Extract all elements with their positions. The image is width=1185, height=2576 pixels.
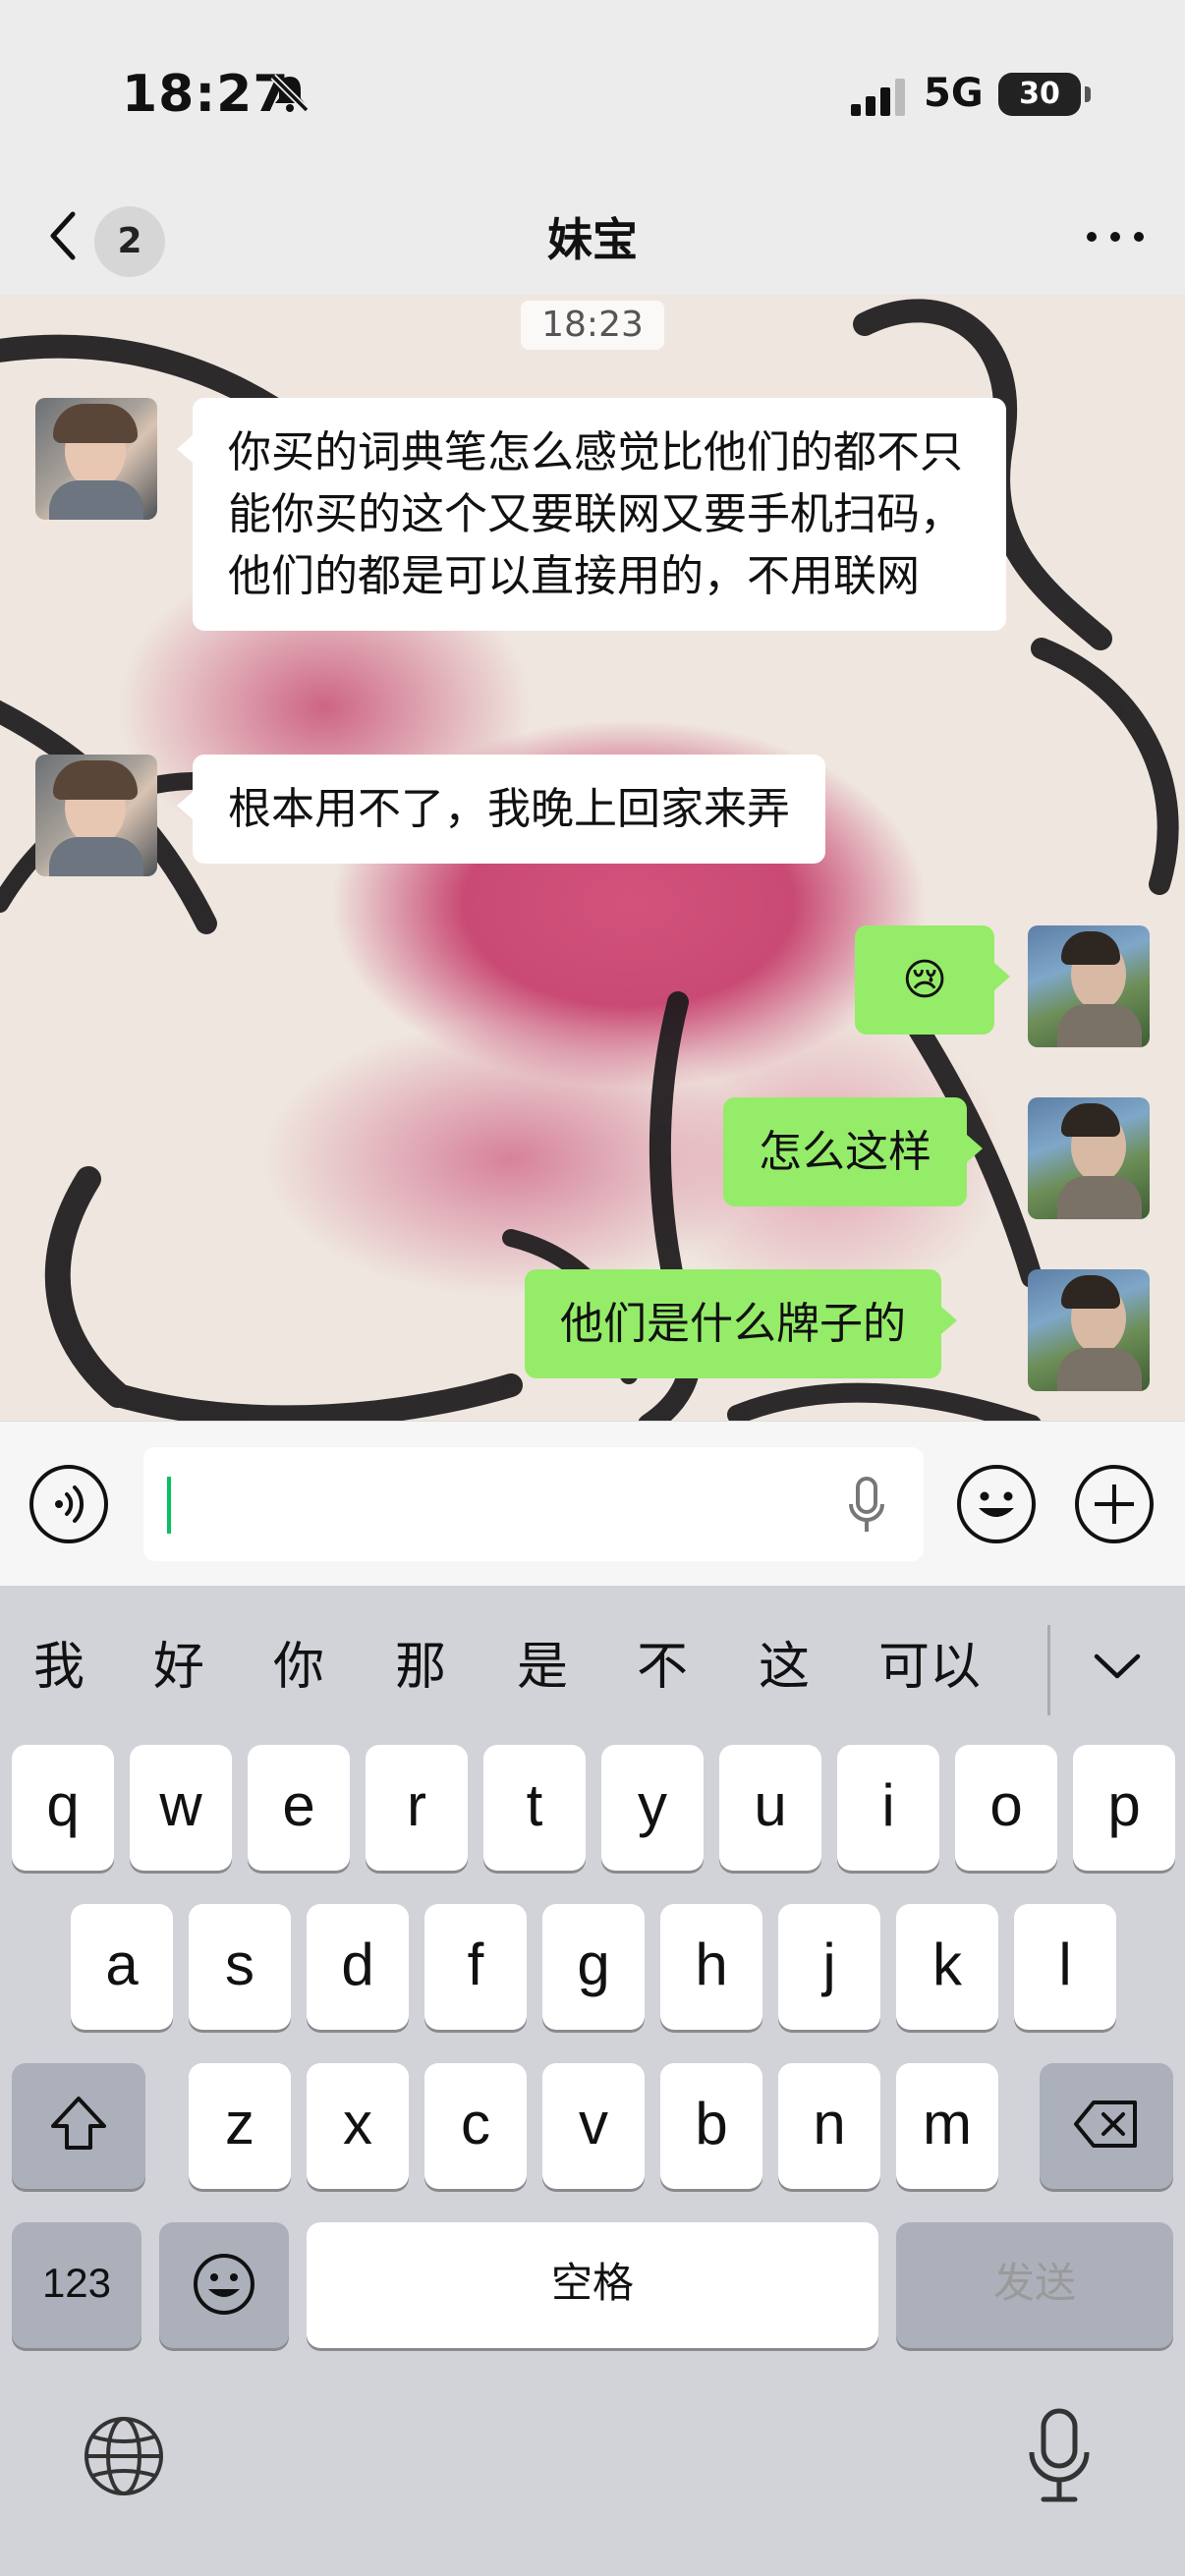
- key-g[interactable]: g: [542, 1904, 645, 2030]
- more-icon[interactable]: [1087, 222, 1146, 252]
- key-r[interactable]: r: [366, 1745, 468, 1871]
- emoji-icon[interactable]: [957, 1465, 1036, 1543]
- key-p[interactable]: p: [1073, 1745, 1175, 1871]
- candidate-word[interactable]: 我: [33, 1625, 85, 1699]
- incoming-message-bubble[interactable]: 根本用不了，我晚上回家来弄: [177, 755, 825, 864]
- key-w[interactable]: w: [130, 1745, 232, 1871]
- key-m[interactable]: m: [896, 2063, 998, 2189]
- candidate-word[interactable]: 好: [153, 1625, 204, 1699]
- outgoing-message-bubble[interactable]: 他们是什么牌子的: [525, 1269, 957, 1378]
- key-j[interactable]: j: [778, 1904, 880, 2030]
- key-s[interactable]: s: [189, 1904, 291, 2030]
- key-x[interactable]: x: [307, 2063, 409, 2189]
- my-avatar[interactable]: [1028, 1269, 1150, 1391]
- status-bar: 18:27 5G 30: [0, 0, 1185, 187]
- composer-bar: [0, 1421, 1185, 1586]
- key-u[interactable]: u: [719, 1745, 821, 1871]
- candidate-bar: 我 好 你 那 是 不 这 可以: [0, 1586, 1185, 1729]
- contact-avatar[interactable]: [35, 755, 157, 876]
- voice-icon[interactable]: [29, 1465, 108, 1543]
- battery-indicator: 30: [998, 73, 1091, 116]
- key-f[interactable]: f: [424, 1904, 527, 2030]
- message-timestamp: 18:23: [521, 301, 664, 350]
- mic-icon[interactable]: [847, 1477, 886, 1536]
- send-key[interactable]: 发送: [896, 2222, 1173, 2348]
- silent-bell-icon: [270, 74, 310, 113]
- signal-icon: [851, 79, 905, 116]
- status-time: 18:27: [122, 65, 290, 124]
- collapse-keyboard-icon[interactable]: [1091, 1649, 1144, 1684]
- numbers-key[interactable]: 123: [12, 2222, 141, 2348]
- space-key[interactable]: 空格: [307, 2222, 878, 2348]
- candidate-word[interactable]: 那: [395, 1625, 446, 1699]
- candidate-divider: [1047, 1625, 1050, 1715]
- key-y[interactable]: y: [601, 1745, 704, 1871]
- outgoing-message-bubble[interactable]: 怎么这样: [723, 1097, 983, 1206]
- key-z[interactable]: z: [189, 2063, 291, 2189]
- message-list[interactable]: 18:23 你买的词典笔怎么感觉比他们的都不只能你买的这个又要联网又要手机扫码，…: [0, 295, 1185, 1421]
- key-b[interactable]: b: [660, 2063, 762, 2189]
- candidate-word[interactable]: 你: [273, 1625, 324, 1699]
- chat-header: 2 妹宝: [0, 187, 1185, 295]
- message-input[interactable]: [143, 1447, 924, 1561]
- keyboard: 我 好 你 那 是 不 这 可以 q w e r t y u i o p a s…: [0, 1586, 1185, 2576]
- key-n[interactable]: n: [778, 2063, 880, 2189]
- key-d[interactable]: d: [307, 1904, 409, 2030]
- candidate-word[interactable]: 这: [759, 1625, 810, 1699]
- globe-icon[interactable]: [83, 2415, 165, 2497]
- outgoing-message-bubble[interactable]: 😢: [855, 925, 1010, 1035]
- key-c[interactable]: c: [424, 2063, 527, 2189]
- key-t[interactable]: t: [483, 1745, 586, 1871]
- candidate-word[interactable]: 是: [517, 1625, 568, 1699]
- network-type: 5G: [924, 71, 984, 116]
- shift-icon: [51, 2097, 106, 2150]
- my-avatar[interactable]: [1028, 925, 1150, 1047]
- key-i[interactable]: i: [837, 1745, 939, 1871]
- key-a[interactable]: a: [71, 1904, 173, 2030]
- key-v[interactable]: v: [542, 2063, 645, 2189]
- shift-key[interactable]: [12, 2063, 145, 2189]
- chat-title: 妹宝: [547, 213, 638, 266]
- delete-key[interactable]: [1040, 2063, 1173, 2189]
- incoming-message-bubble[interactable]: 你买的词典笔怎么感觉比他们的都不只能你买的这个又要联网又要手机扫码，他们的都是可…: [177, 398, 1006, 631]
- key-o[interactable]: o: [955, 1745, 1057, 1871]
- emoji-key-icon: [194, 2254, 254, 2315]
- plus-icon[interactable]: [1075, 1465, 1154, 1543]
- key-k[interactable]: k: [896, 1904, 998, 2030]
- candidate-word[interactable]: 不: [637, 1625, 688, 1699]
- key-l[interactable]: l: [1014, 1904, 1116, 2030]
- contact-avatar[interactable]: [35, 398, 157, 520]
- my-avatar[interactable]: [1028, 1097, 1150, 1219]
- candidate-word[interactable]: 可以: [878, 1625, 981, 1699]
- delete-icon: [1074, 2100, 1137, 2148]
- key-h[interactable]: h: [660, 1904, 762, 2030]
- key-e[interactable]: e: [248, 1745, 350, 1871]
- emoji-key[interactable]: [159, 2222, 289, 2348]
- text-caret: [167, 1477, 171, 1534]
- key-q[interactable]: q: [12, 1745, 114, 1871]
- dictation-icon[interactable]: [1024, 2407, 1095, 2505]
